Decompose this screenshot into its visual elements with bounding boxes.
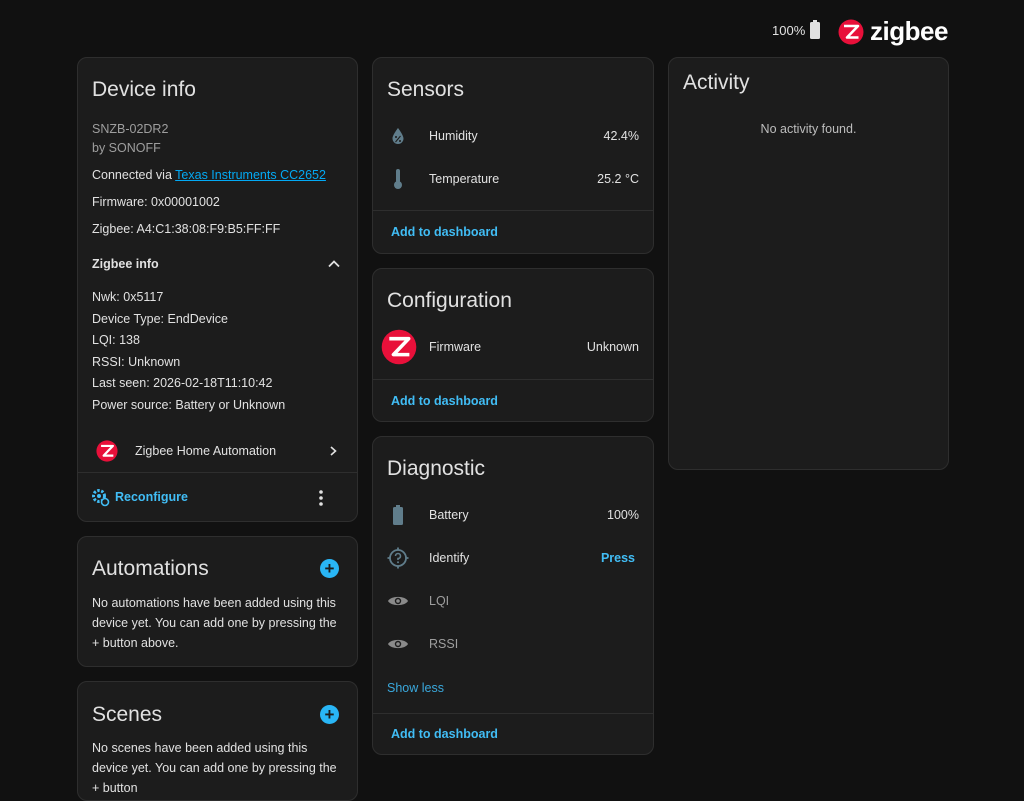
thermometer-icon <box>394 169 402 189</box>
sensor-row-humidity[interactable]: Humidity 42.4% <box>373 120 653 152</box>
lqi-value: LQI: 138 <box>92 333 140 347</box>
sensor-label: Humidity <box>429 129 478 143</box>
water-percent-icon <box>392 128 404 144</box>
automations-empty-text: No automations have been added using thi… <box>92 596 337 650</box>
scenes-card: Scenes + No scenes have been added using… <box>77 681 358 801</box>
add-scene-button[interactable]: + <box>320 705 339 724</box>
diagnostic-row-rssi[interactable]: RSSI <box>373 628 653 660</box>
divider <box>78 472 357 473</box>
connected-via-label: Connected via <box>92 168 176 182</box>
integration-row[interactable]: Zigbee Home Automation <box>78 433 357 469</box>
reconfigure-label: Reconfigure <box>115 490 188 504</box>
zigbee-info-toggle[interactable]: Zigbee info <box>78 248 357 278</box>
card-title: Automations <box>92 557 209 580</box>
battery-icon <box>810 20 821 39</box>
divider <box>373 379 653 380</box>
battery-percentage: 100% <box>772 23 806 38</box>
diagnostic-row-identify: Identify Press <box>373 542 653 574</box>
card-title: Scenes <box>92 703 163 726</box>
eye-icon <box>388 639 408 649</box>
config-row-firmware[interactable]: Firmware Unknown <box>373 327 653 367</box>
last-seen: Last seen: 2026-02-18T11:10:42 <box>92 376 273 390</box>
nwk-address: Nwk: 0x5117 <box>92 290 164 304</box>
divider <box>373 713 653 714</box>
sensor-row-temperature[interactable]: Temperature 25.2 °C <box>373 163 653 195</box>
coordinator-link[interactable]: Texas Instruments CC2652 <box>175 168 326 182</box>
power-source: Power source: Battery or Unknown <box>92 398 286 412</box>
zigbee-info-label: Zigbee info <box>92 257 159 271</box>
diagnostic-label: LQI <box>429 594 450 608</box>
cog-refresh-icon <box>92 489 110 507</box>
zigbee-logo-icon <box>838 19 864 44</box>
sensor-value: 25.2 °C <box>597 172 639 186</box>
integration-name: Zigbee Home Automation <box>135 444 277 458</box>
add-to-dashboard-button[interactable]: Add to dashboard <box>391 394 498 408</box>
automations-card: Automations + No automations have been a… <box>77 536 358 667</box>
diagnostic-label: Identify <box>429 551 470 565</box>
zigbee-logo-icon <box>381 329 417 365</box>
diagnostic-value: 100% <box>607 508 639 522</box>
identify-press-button[interactable]: Press <box>601 551 635 565</box>
top-bar: 100% zigbee <box>0 0 1024 56</box>
card-title: Activity <box>683 71 750 94</box>
diagnostic-label: RSSI <box>429 637 459 651</box>
device-info-card: Device info SNZB-02DR2 by SONOFF Connect… <box>77 57 358 522</box>
battery-icon <box>393 505 403 525</box>
connected-via: Connected via Texas Instruments CC2652 <box>92 168 326 182</box>
brand-name: zigbee <box>870 16 948 46</box>
rssi-value: RSSI: Unknown <box>92 355 181 369</box>
device-manufacturer: by SONOFF <box>92 141 161 155</box>
scenes-empty-text: No scenes have been added using this dev… <box>92 741 337 795</box>
reconfigure-button[interactable]: Reconfigure <box>90 484 210 510</box>
more-vertical-icon[interactable] <box>318 489 324 507</box>
eye-icon <box>388 596 408 606</box>
add-to-dashboard-button[interactable]: Add to dashboard <box>391 225 498 239</box>
add-automation-button[interactable]: + <box>320 559 339 578</box>
zigbee-logo-icon <box>96 440 118 462</box>
sensor-label: Temperature <box>429 172 500 186</box>
sensor-value: 42.4% <box>603 129 639 143</box>
diagnostic-label: Battery <box>429 508 469 522</box>
device-type: Device Type: EndDevice <box>92 312 228 326</box>
show-less-button[interactable]: Show less <box>387 681 444 695</box>
config-label: Firmware <box>429 340 482 354</box>
battery-status: 100% <box>772 20 821 39</box>
chevron-right-icon <box>330 446 337 456</box>
diagnostic-card: Diagnostic Battery 100% Identify Press L… <box>372 436 654 755</box>
config-value: Unknown <box>586 340 639 354</box>
card-title: Configuration <box>387 289 512 312</box>
card-title: Diagnostic <box>387 457 486 480</box>
zigbee-ieee: Zigbee: A4:C1:38:08:F9:B5:FF:FF <box>92 222 281 236</box>
help-circle-icon <box>387 547 409 569</box>
configuration-card: Configuration Firmware Unknown Add to da… <box>372 268 654 422</box>
diagnostic-row-battery[interactable]: Battery 100% <box>373 499 653 531</box>
device-model: SNZB-02DR2 <box>92 122 169 136</box>
activity-card: Activity No activity found. <box>668 57 949 470</box>
diagnostic-row-lqi[interactable]: LQI <box>373 585 653 617</box>
chevron-up-icon <box>328 260 340 268</box>
card-title: Device info <box>92 78 196 101</box>
card-title: Sensors <box>387 78 465 101</box>
add-to-dashboard-button[interactable]: Add to dashboard <box>391 727 498 741</box>
divider <box>373 210 653 211</box>
activity-empty-text: No activity found. <box>760 122 857 136</box>
sensors-card: Sensors Humidity 42.4% Temperature 25.2 … <box>372 57 654 254</box>
firmware-info: Firmware: 0x00001002 <box>92 195 220 209</box>
zigbee-brand: zigbee <box>838 16 948 47</box>
